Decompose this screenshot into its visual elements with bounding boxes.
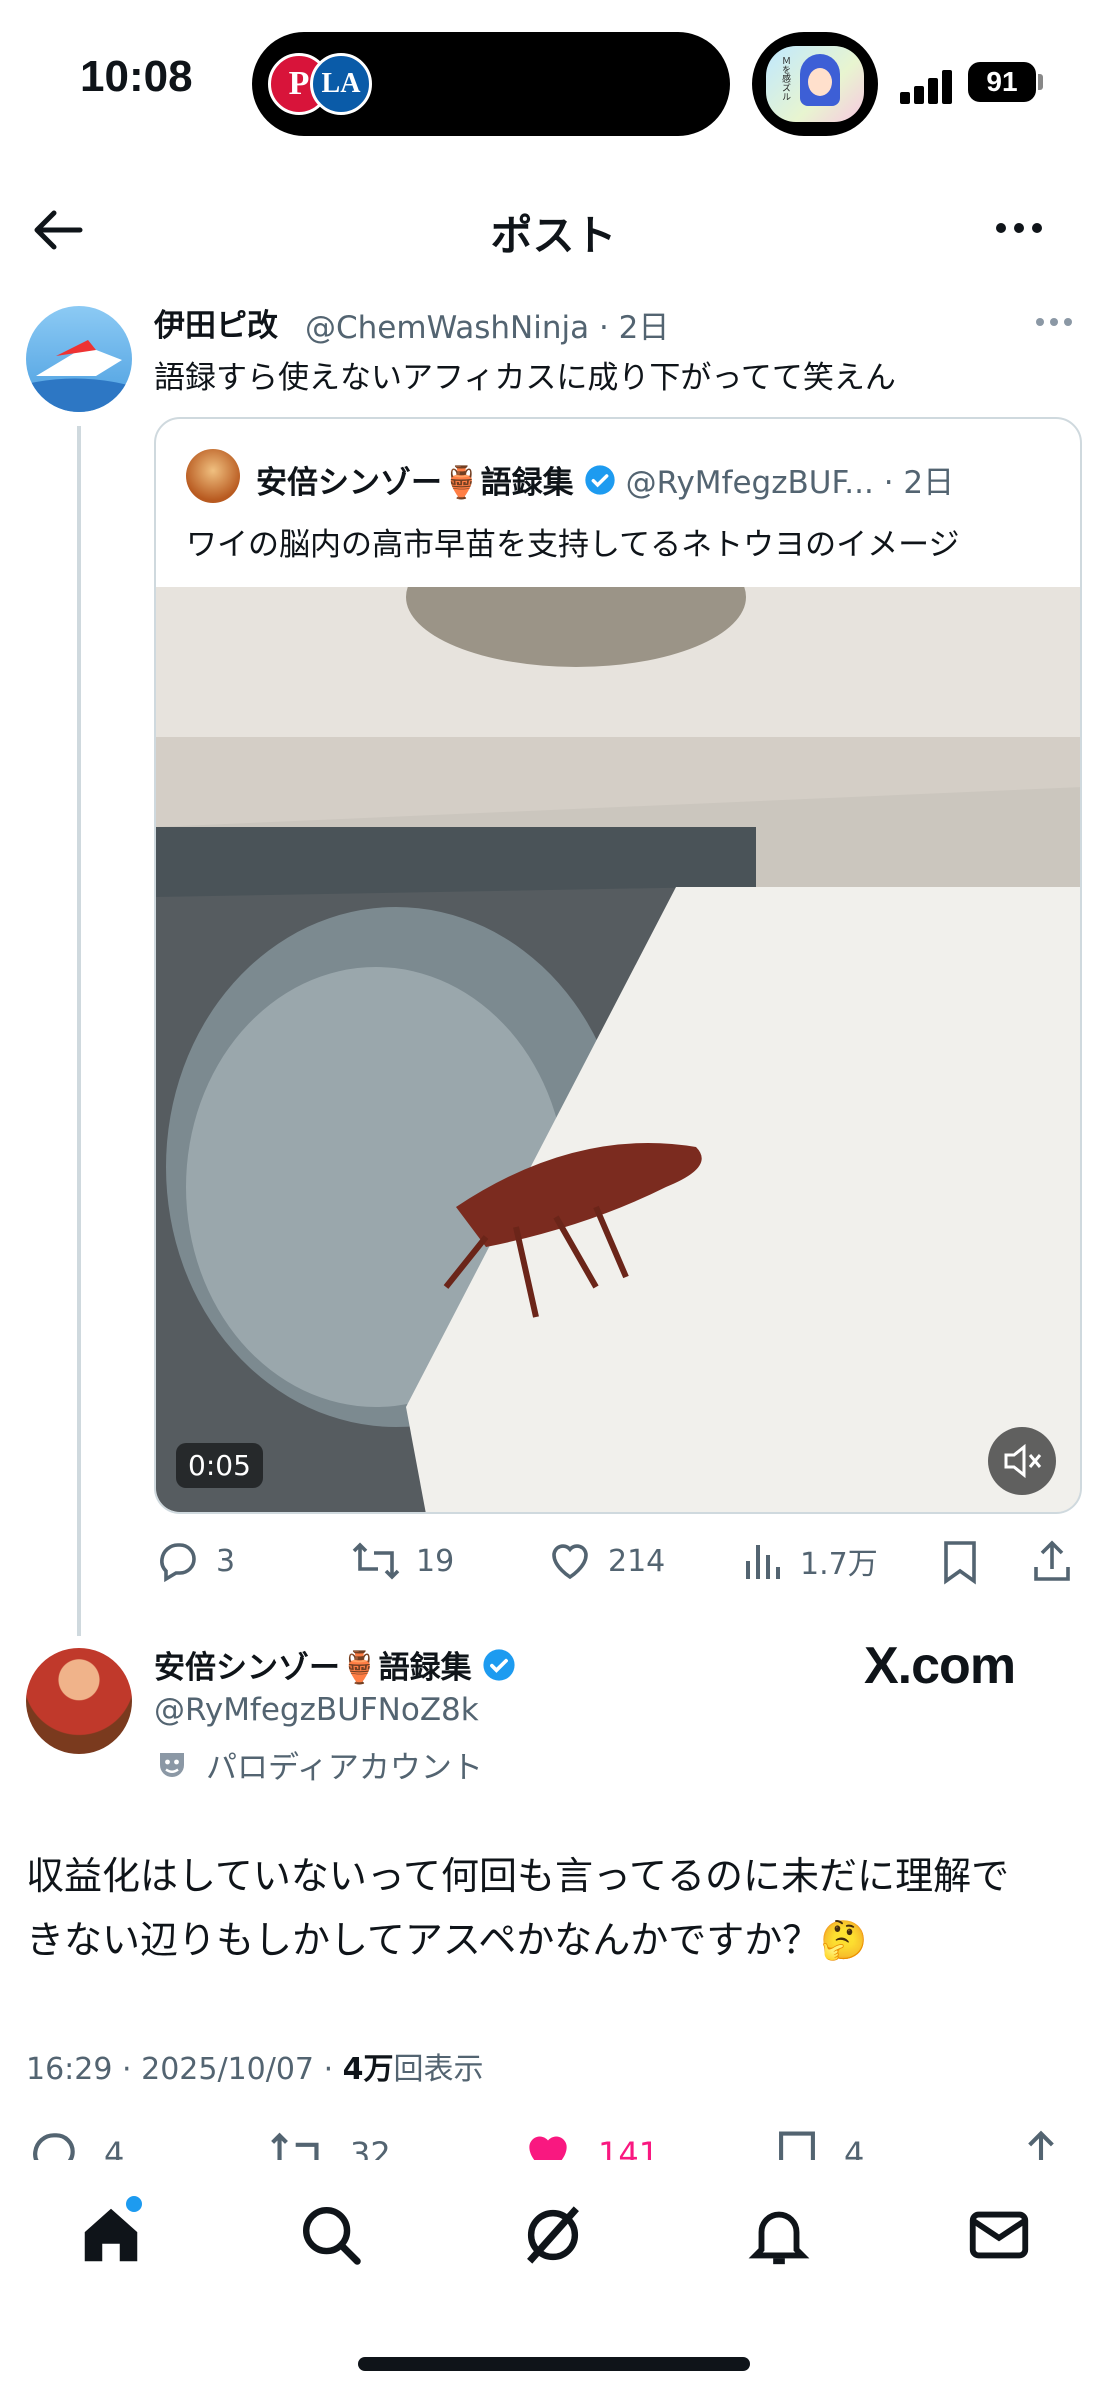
- search-icon[interactable]: [296, 2200, 366, 2270]
- xcom-watermark: X.com: [864, 1637, 1016, 1695]
- heart-icon: [552, 1544, 588, 1580]
- reply-icon: [160, 1543, 196, 1583]
- tweet-meta: 16:29 · 2025/10/07 · 4万回表示: [26, 2052, 484, 2087]
- dodgers-logo: LA: [310, 53, 372, 115]
- quoted-avatar[interactable]: [186, 449, 240, 503]
- like-button[interactable]: 214: [546, 1536, 665, 1586]
- messages-icon[interactable]: [964, 2200, 1034, 2270]
- author-name[interactable]: 伊田ピ改: [154, 300, 278, 345]
- bookmark-icon: [944, 1541, 976, 1585]
- views-button[interactable]: 1.7万: [742, 1536, 878, 1586]
- tweet-text: 収益化はしていないって何回も言ってるのに未だに理解で きない辺りもしかしてアスペ…: [26, 1854, 1010, 1962]
- dynamic-island[interactable]: P LA: [252, 32, 730, 136]
- tweet-menu-icon[interactable]: [1036, 318, 1072, 326]
- grok-icon[interactable]: [518, 2200, 588, 2270]
- verified-badge-icon: [584, 464, 615, 495]
- battery-indicator: 91: [968, 62, 1036, 102]
- repost-button[interactable]: 19: [350, 1536, 454, 1586]
- avatar[interactable]: [26, 306, 132, 412]
- video-player[interactable]: 0:05: [156, 587, 1080, 1512]
- share-button[interactable]: [1030, 1536, 1074, 1586]
- quoted-handle: @RyMfegzBUF... · 2日: [625, 465, 955, 501]
- repost-icon: [352, 1542, 400, 1580]
- author-name[interactable]: 安倍シンゾー🏺語録集: [154, 1642, 516, 1687]
- bookmark-button[interactable]: [938, 1536, 982, 1586]
- battery-tip: [1038, 74, 1043, 90]
- home-icon[interactable]: [76, 2196, 146, 2270]
- quoted-tweet[interactable]: 安倍シンゾー🏺語録集 @RyMfegzBUF... · 2日 ワイの脳内の高市早…: [154, 417, 1082, 1514]
- mute-icon[interactable]: [988, 1427, 1056, 1495]
- share-icon: [1034, 1540, 1070, 1581]
- status-time: 10:08: [80, 52, 193, 101]
- author-handle[interactable]: @RyMfegzBUFNoZ8k: [154, 1692, 479, 1728]
- avatar[interactable]: [26, 1648, 132, 1754]
- quoted-author[interactable]: 安倍シンゾー🏺語録集 @RyMfegzBUF... · 2日: [256, 457, 954, 502]
- notifications-bell-icon[interactable]: [744, 2200, 814, 2270]
- cellular-signal-icon: [900, 68, 956, 104]
- video-duration: 0:05: [176, 1443, 263, 1488]
- verified-badge-icon: [483, 1648, 515, 1681]
- more-options-icon[interactable]: [996, 208, 1056, 248]
- parody-mask-icon: [160, 1752, 184, 1777]
- thread-connector-line: [77, 426, 81, 1636]
- analytics-icon: [746, 1545, 780, 1579]
- live-activity-thumbnail[interactable]: Ｍを感ズル: [752, 32, 878, 136]
- author-handle[interactable]: @ChemWashNinja · 2日: [305, 302, 669, 347]
- reply-button[interactable]: 3: [154, 1536, 235, 1586]
- parody-label: パロディアカウント: [154, 1742, 483, 1787]
- anime-thumbnail-image: Ｍを感ズル: [766, 46, 864, 122]
- home-indicator[interactable]: [358, 2357, 750, 2371]
- notification-dot: [126, 2196, 142, 2212]
- page-title: ポスト: [490, 211, 617, 260]
- quoted-text: ワイの脳内の高市早苗を支持してるネトウヨのイメージ: [186, 527, 960, 563]
- tweet-text: 語録すら使えないアフィカスに成り下がってて笑えん: [154, 360, 896, 396]
